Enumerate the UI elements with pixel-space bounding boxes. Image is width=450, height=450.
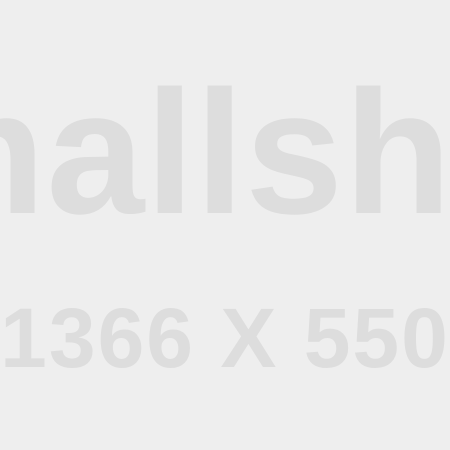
placeholder-brand-text: mallsho: [0, 55, 450, 251]
placeholder-dimension-text: 1366 X 550: [0, 291, 450, 385]
placeholder-image: mallsho 1366 X 550: [0, 0, 450, 450]
